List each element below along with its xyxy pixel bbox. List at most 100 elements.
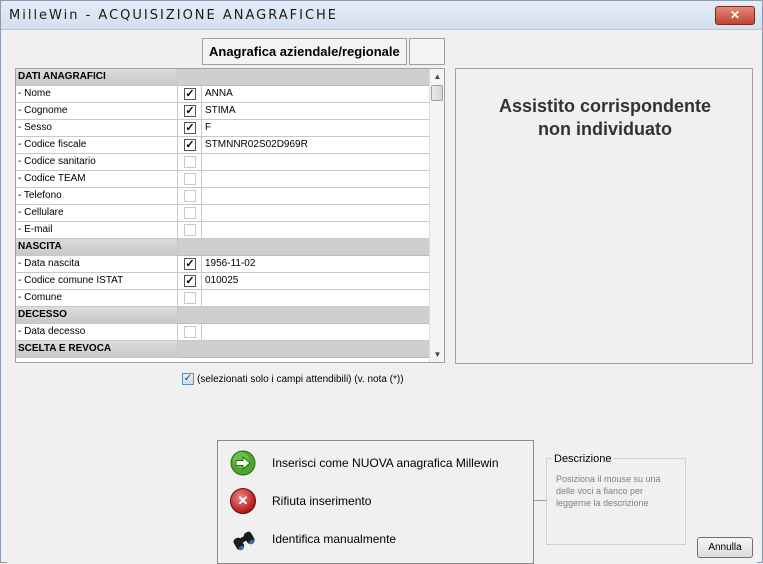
grid-field-row: - Data nascita ✓ 1956-11-02 bbox=[16, 256, 436, 273]
section-span-cell bbox=[178, 239, 436, 256]
field-checkbox-cell bbox=[178, 324, 202, 341]
field-value: STIMA bbox=[202, 103, 436, 120]
field-checkbox-cell bbox=[178, 205, 202, 222]
field-label: - Codice fiscale bbox=[16, 137, 178, 154]
grid-section-row: DATI ANAGRAFICI bbox=[16, 69, 436, 86]
field-label: - Data nascita bbox=[16, 256, 178, 273]
field-value bbox=[202, 171, 436, 188]
field-checkbox-cell bbox=[178, 188, 202, 205]
column-header-row: Anagrafica aziendale/regionale bbox=[202, 38, 445, 65]
reject-insert-label: Rifiuta inserimento bbox=[272, 494, 372, 508]
grid-field-row: - Codice fiscale ✓ STMNNR02S02D969R bbox=[16, 137, 436, 154]
grid-field-row: - Cellulare bbox=[16, 205, 436, 222]
grid-field-row: - Codice comune ISTAT ✓ 010025 bbox=[16, 273, 436, 290]
scroll-thumb[interactable] bbox=[431, 85, 443, 101]
field-value bbox=[202, 290, 436, 307]
field-checkbox[interactable] bbox=[184, 207, 196, 219]
field-checkbox[interactable] bbox=[184, 292, 196, 304]
field-checkbox[interactable] bbox=[184, 224, 196, 236]
field-label: - Data decesso bbox=[16, 324, 178, 341]
field-checkbox[interactable]: ✓ bbox=[184, 275, 196, 287]
binoculars-icon bbox=[233, 531, 255, 551]
field-checkbox-cell: ✓ bbox=[178, 256, 202, 273]
field-value bbox=[202, 324, 436, 341]
fields-grid: DATI ANAGRAFICI - Nome ✓ ANNA - Cognome ✓ STIM… bbox=[15, 68, 445, 363]
main-window: MilleWin - ACQUISIZIONE ANAGRAFICHE ✕ An… bbox=[0, 0, 763, 564]
actions-panel: Inserisci come NUOVA anagrafica Millewin… bbox=[217, 440, 534, 564]
field-checkbox-cell bbox=[178, 154, 202, 171]
field-checkbox[interactable] bbox=[184, 190, 196, 202]
insert-new-button[interactable]: Inserisci come NUOVA anagrafica Millewin bbox=[230, 447, 499, 479]
field-value: ANNA bbox=[202, 86, 436, 103]
field-checkbox[interactable] bbox=[184, 326, 196, 338]
section-span-cell bbox=[178, 341, 436, 358]
grid-field-row: - Codice TEAM bbox=[16, 171, 436, 188]
scroll-down-icon[interactable]: ▼ bbox=[430, 347, 444, 362]
grid-field-row: - Data decesso bbox=[16, 324, 436, 341]
field-value: 010025 bbox=[202, 273, 436, 290]
field-label: - Nome bbox=[16, 86, 178, 103]
x-red-icon bbox=[230, 488, 256, 514]
grid-section-row: NASCITA bbox=[16, 239, 436, 256]
description-text: Posiziona il mouse su una delle voci a f… bbox=[556, 474, 661, 508]
column-header-empty bbox=[408, 38, 445, 65]
field-checkbox-cell bbox=[178, 290, 202, 307]
field-value: F bbox=[202, 120, 436, 137]
reliable-fields-checkbox[interactable]: ✓ bbox=[182, 373, 194, 385]
reliable-fields-note-text: (selezionati solo i campi attendibili) (… bbox=[197, 373, 404, 385]
vertical-scrollbar[interactable]: ▲ ▼ bbox=[429, 69, 444, 362]
client-area: Anagrafica aziendale/regionale DATI ANAG… bbox=[7, 34, 757, 564]
column-header-anagrafica: Anagrafica aziendale/regionale bbox=[202, 38, 407, 65]
field-label: - Telefono bbox=[16, 188, 178, 205]
field-value bbox=[202, 222, 436, 239]
field-checkbox-cell bbox=[178, 171, 202, 188]
match-status-line1: Assistito corrispondente bbox=[498, 96, 712, 116]
field-checkbox-cell bbox=[178, 222, 202, 239]
insert-new-label: Inserisci come NUOVA anagrafica Millewin bbox=[272, 456, 499, 470]
section-span-cell bbox=[178, 69, 436, 86]
field-checkbox-cell: ✓ bbox=[178, 137, 202, 154]
section-span-cell bbox=[178, 307, 436, 324]
grid-section-row: DECESSO bbox=[16, 307, 436, 324]
identify-manually-label: Identifica manualmente bbox=[272, 532, 397, 546]
section-label: SCELTA E REVOCA bbox=[16, 341, 178, 358]
field-checkbox[interactable] bbox=[184, 156, 196, 168]
description-panel: Descrizione Posiziona il mouse su una de… bbox=[546, 453, 686, 545]
reject-insert-button[interactable]: Rifiuta inserimento bbox=[230, 485, 371, 517]
field-label: - Codice TEAM bbox=[16, 171, 178, 188]
field-checkbox[interactable]: ✓ bbox=[184, 88, 196, 100]
grid-field-row: - E-mail bbox=[16, 222, 436, 239]
field-label: - Sesso bbox=[16, 120, 178, 137]
field-checkbox-cell: ✓ bbox=[178, 86, 202, 103]
grid-section-row: SCELTA E REVOCA bbox=[16, 341, 436, 358]
scroll-up-icon[interactable]: ▲ bbox=[430, 69, 444, 84]
field-checkbox-cell: ✓ bbox=[178, 120, 202, 137]
field-checkbox[interactable] bbox=[184, 173, 196, 185]
grid-field-row: - Comune bbox=[16, 290, 436, 307]
field-label: - Cognome bbox=[16, 103, 178, 120]
field-value: STMNNR02S02D969R bbox=[202, 137, 436, 154]
arrow-right-green-icon bbox=[230, 450, 256, 476]
grid-field-row: - Sesso ✓ F bbox=[16, 120, 436, 137]
field-checkbox[interactable]: ✓ bbox=[184, 122, 196, 134]
field-label: - Comune bbox=[16, 290, 178, 307]
cancel-button[interactable]: Annulla bbox=[697, 537, 753, 558]
identify-manually-button[interactable]: Identifica manualmente bbox=[230, 523, 396, 555]
description-title: Descrizione bbox=[552, 453, 614, 465]
field-label: - E-mail bbox=[16, 222, 178, 239]
description-connector bbox=[534, 500, 546, 501]
grid-field-row: - Telefono bbox=[16, 188, 436, 205]
field-checkbox[interactable]: ✓ bbox=[184, 139, 196, 151]
section-label: DATI ANAGRAFICI bbox=[16, 69, 178, 86]
match-status-line2: non individuato bbox=[538, 119, 672, 139]
field-checkbox[interactable]: ✓ bbox=[184, 258, 196, 270]
reliable-fields-note[interactable]: ✓ (selezionati solo i campi attendibili)… bbox=[182, 373, 404, 385]
grid-field-row: - Cognome ✓ STIMA bbox=[16, 103, 436, 120]
grid-field-row: - Nome ✓ ANNA bbox=[16, 86, 436, 103]
field-checkbox[interactable]: ✓ bbox=[184, 105, 196, 117]
field-value: 1956-11-02 bbox=[202, 256, 436, 273]
match-status-text: Assistito corrispondente non individuato bbox=[456, 95, 754, 141]
field-value bbox=[202, 154, 436, 171]
close-button[interactable]: ✕ bbox=[715, 6, 755, 25]
field-value bbox=[202, 188, 436, 205]
